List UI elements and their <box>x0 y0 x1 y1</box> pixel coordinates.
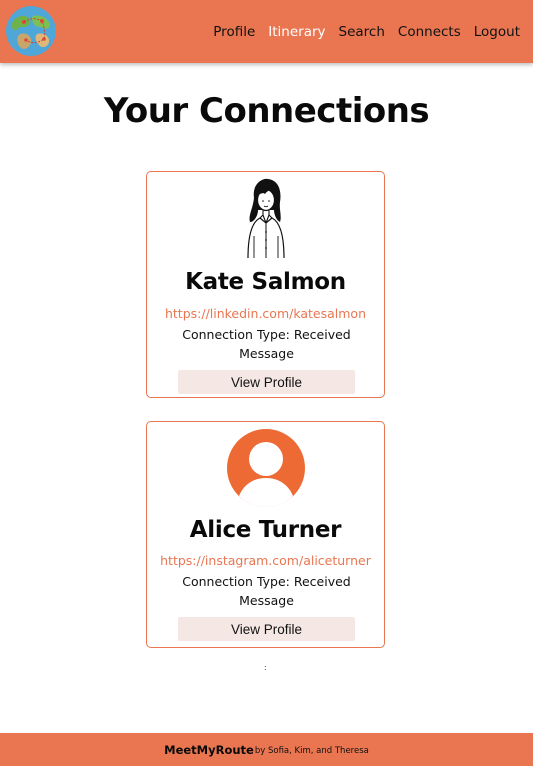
footer-credit: by Sofia, Kim, and Theresa <box>254 745 369 756</box>
globe-icon[interactable] <box>6 6 56 56</box>
navbar: Profile Itinerary Search Connects Logout <box>0 0 533 63</box>
default-user-icon <box>226 428 306 508</box>
view-profile-button[interactable]: View Profile <box>178 617 355 641</box>
nav-link-itinerary[interactable]: Itinerary <box>268 24 325 40</box>
woman-illustration-icon <box>234 176 298 259</box>
footer-brand: MeetMyRoute <box>164 742 254 757</box>
connection-card: Kate Salmon https://linkedin.com/katesal… <box>146 171 385 398</box>
nav-link-profile[interactable]: Profile <box>213 24 255 40</box>
connection-type: Connection Type: Received Message <box>182 327 351 361</box>
nav-link-logout[interactable]: Logout <box>474 24 520 40</box>
connection-link[interactable]: https://linkedin.com/katesalmon <box>147 306 384 321</box>
nav-links: Profile Itinerary Search Connects Logout <box>213 0 520 63</box>
connection-name: Kate Salmon <box>185 269 346 295</box>
stray-text: : <box>264 663 267 672</box>
page-title: Your Connections <box>103 91 430 131</box>
connection-link[interactable]: https://instagram.com/aliceturner <box>147 553 384 568</box>
footer: MeetMyRoute by Sofia, Kim, and Theresa <box>0 733 533 766</box>
connection-name: Alice Turner <box>189 517 342 543</box>
nav-link-connects[interactable]: Connects <box>398 24 461 40</box>
connection-card: Alice Turner https://instagram.com/alice… <box>146 421 385 648</box>
view-profile-button[interactable]: View Profile <box>178 370 355 394</box>
nav-link-search[interactable]: Search <box>339 24 385 40</box>
connection-type: Connection Type: Received Message <box>182 574 351 608</box>
